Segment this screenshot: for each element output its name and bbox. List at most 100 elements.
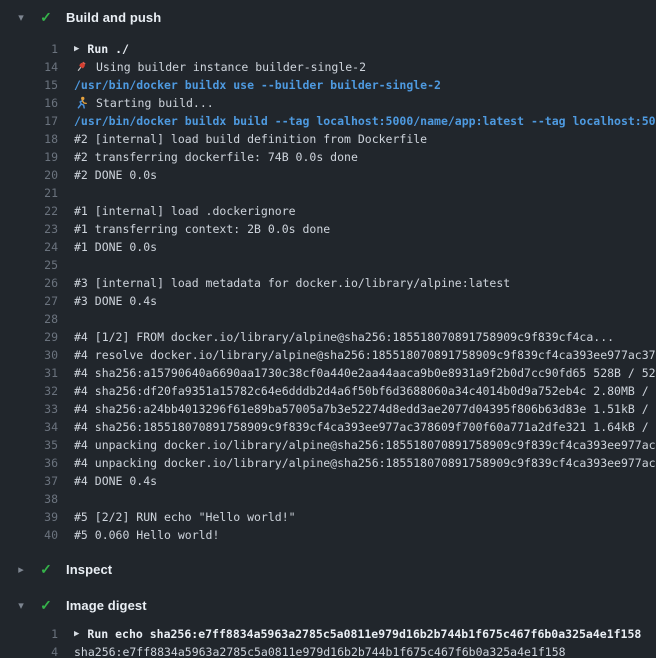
line-text: Run echo sha256:e7ff8834a5963a2785c5a081… [87, 625, 641, 643]
line-number[interactable]: 34 [0, 418, 58, 436]
pushpin-icon [74, 60, 88, 74]
success-check-icon: ✓ [38, 561, 54, 578]
line-number[interactable]: 16 [0, 94, 58, 112]
line-content: #5 0.060 Hello world! [74, 526, 656, 544]
line-number[interactable]: 33 [0, 400, 58, 418]
line-content: #2 DONE 0.0s [74, 166, 656, 184]
line-text: #4 unpacking docker.io/library/alpine@sh… [74, 454, 656, 472]
line-text: #3 DONE 0.4s [74, 292, 157, 310]
log-line: 40 #5 0.060 Hello world! [0, 526, 656, 544]
line-text: #4 sha256:185518070891758909c9f839cf4ca3… [74, 418, 656, 436]
line-number[interactable]: 37 [0, 472, 58, 490]
line-number[interactable]: 32 [0, 382, 58, 400]
line-content: #1 [internal] load .dockerignore [74, 202, 656, 220]
log-section-build-and-push: ▾✓Build and push 1 ▶ Run ./ 14 Using builder … [0, 5, 656, 544]
line-content: sha256:e7ff8834a5963a2785c5a0811e979d16b… [74, 643, 656, 658]
log-line: 14 Using builder instance builder-single-… [0, 58, 656, 76]
line-number[interactable]: 28 [0, 310, 58, 328]
line-number[interactable]: 31 [0, 364, 58, 382]
line-text: #4 sha256:a24bb4013296f61e89ba57005a7b3e… [74, 400, 656, 418]
line-text: Run ./ [87, 40, 129, 58]
log-line: 23 #1 transferring context: 2B 0.0s done [0, 220, 656, 238]
log-section-inspect: ▸ ✓ Inspect [0, 557, 656, 593]
section-title: Inspect [66, 562, 112, 577]
log-line: 36 #4 unpacking docker.io/library/alpine@… [0, 454, 656, 472]
log-line: 39#5 [2/2] RUN echo "Hello world!" [0, 508, 656, 526]
section-header[interactable]: ▸ ✓ Inspect [0, 557, 656, 581]
section-log-lines: 1 ▶ Run echo sha256:e7ff8834a5963a2785c5a0… [0, 625, 656, 658]
line-content: #3 DONE 0.4s [74, 292, 656, 310]
line-number[interactable]: 29 [0, 328, 58, 346]
section-title: Build and push [66, 10, 161, 25]
play-icon[interactable]: ▶ [74, 625, 79, 643]
line-number[interactable]: 19 [0, 148, 58, 166]
line-number[interactable]: 15 [0, 76, 58, 94]
line-text: #1 [internal] load .dockerignore [74, 202, 296, 220]
log-line: 33 #4 sha256:a24bb4013296f61e89ba57005a7b… [0, 400, 656, 418]
line-content: #4 sha256:185518070891758909c9f839cf4ca3… [74, 418, 656, 436]
line-number[interactable]: 36 [0, 454, 58, 472]
log-line: 20 #2 DONE 0.0s [0, 166, 656, 184]
log-line: 16 Starting build... [0, 94, 656, 112]
line-number[interactable]: 39 [0, 508, 58, 526]
line-number[interactable]: 1 [0, 625, 58, 643]
line-number[interactable]: 27 [0, 292, 58, 310]
line-content: #1 transferring context: 2B 0.0s done [74, 220, 656, 238]
chevron-right-icon: ▸ [14, 563, 28, 576]
runner-icon [74, 96, 88, 110]
log-line: 34 #4 sha256:185518070891758909c9f839cf4c… [0, 418, 656, 436]
line-number[interactable]: 22 [0, 202, 58, 220]
line-number[interactable]: 24 [0, 238, 58, 256]
actions-log: ▾✓Build and push1▶Run ./14Using builder … [0, 0, 656, 658]
line-number[interactable]: 30 [0, 346, 58, 364]
line-number[interactable]: 1 [0, 40, 58, 58]
line-text: #4 unpacking docker.io/library/alpine@sh… [74, 436, 656, 454]
line-content: Using builder instance builder-single-2 [74, 58, 656, 76]
line-text: #4 sha256:a15790640a6690aa1730c38cf0a440… [74, 364, 656, 382]
line-content: #4 unpacking docker.io/library/alpine@sh… [74, 454, 656, 472]
line-content [74, 184, 656, 202]
line-text: /usr/bin/docker buildx use --builder bui… [74, 76, 441, 94]
line-text: #2 transferring dockerfile: 74B 0.0s don… [74, 148, 358, 166]
line-number[interactable]: 18 [0, 130, 58, 148]
line-number[interactable]: 14 [0, 58, 58, 76]
line-content: #1 DONE 0.0s [74, 238, 656, 256]
log-line: 25 [0, 256, 656, 274]
log-line: 1 ▶ Run ./ [0, 40, 656, 58]
section-header[interactable]: ▾✓Build and push [0, 5, 656, 29]
line-content: Starting build... [74, 94, 656, 112]
play-icon[interactable]: ▶ [74, 40, 79, 58]
log-line: 30 #4 resolve docker.io/library/alpine@sh… [0, 346, 656, 364]
line-text: /usr/bin/docker buildx build --tag local… [74, 112, 656, 130]
section-log-lines: 1 ▶ Run ./ 14 Using builder instance builder… [0, 40, 656, 544]
log-line: 1 ▶ Run echo sha256:e7ff8834a5963a2785c5a0… [0, 625, 656, 643]
line-number[interactable]: 25 [0, 256, 58, 274]
log-line: 26#3 [internal] load metadata for docker… [0, 274, 656, 292]
chevron-down-icon: ▾ [14, 11, 28, 24]
section-title: Image digest [66, 598, 147, 613]
line-number[interactable]: 17 [0, 112, 58, 130]
line-number[interactable]: 35 [0, 436, 58, 454]
line-number[interactable]: 38 [0, 490, 58, 508]
log-line: 18#2 [internal] load build definition fr… [0, 130, 656, 148]
line-number[interactable]: 4 [0, 643, 58, 658]
line-content: ▶ Run echo sha256:e7ff8834a5963a2785c5a08… [74, 625, 656, 643]
line-content: /usr/bin/docker buildx use --builder bui… [74, 76, 656, 94]
line-content [74, 490, 656, 508]
line-content: #4 unpacking docker.io/library/alpine@sh… [74, 436, 656, 454]
line-content: ▶ Run ./ [74, 40, 656, 58]
section-spacer [0, 581, 656, 593]
log-line: 15/usr/bin/docker buildx use --builder b… [0, 76, 656, 94]
line-number[interactable]: 26 [0, 274, 58, 292]
line-text: sha256:e7ff8834a5963a2785c5a0811e979d16b… [74, 643, 566, 658]
line-number[interactable]: 40 [0, 526, 58, 544]
log-line: 38 [0, 490, 656, 508]
log-line: 29#4 [1/2] FROM docker.io/library/alpine… [0, 328, 656, 346]
line-content: #4 resolve docker.io/library/alpine@sha2… [74, 346, 656, 364]
line-number[interactable]: 23 [0, 220, 58, 238]
log-line: 17/usr/bin/docker buildx build --tag loc… [0, 112, 656, 130]
section-header[interactable]: ▾✓Image digest [0, 593, 656, 617]
line-number[interactable]: 21 [0, 184, 58, 202]
log-section-image-digest: ▾✓Image digest 1 ▶ Run echo sha256:e7ff8834… [0, 593, 656, 658]
line-number[interactable]: 20 [0, 166, 58, 184]
